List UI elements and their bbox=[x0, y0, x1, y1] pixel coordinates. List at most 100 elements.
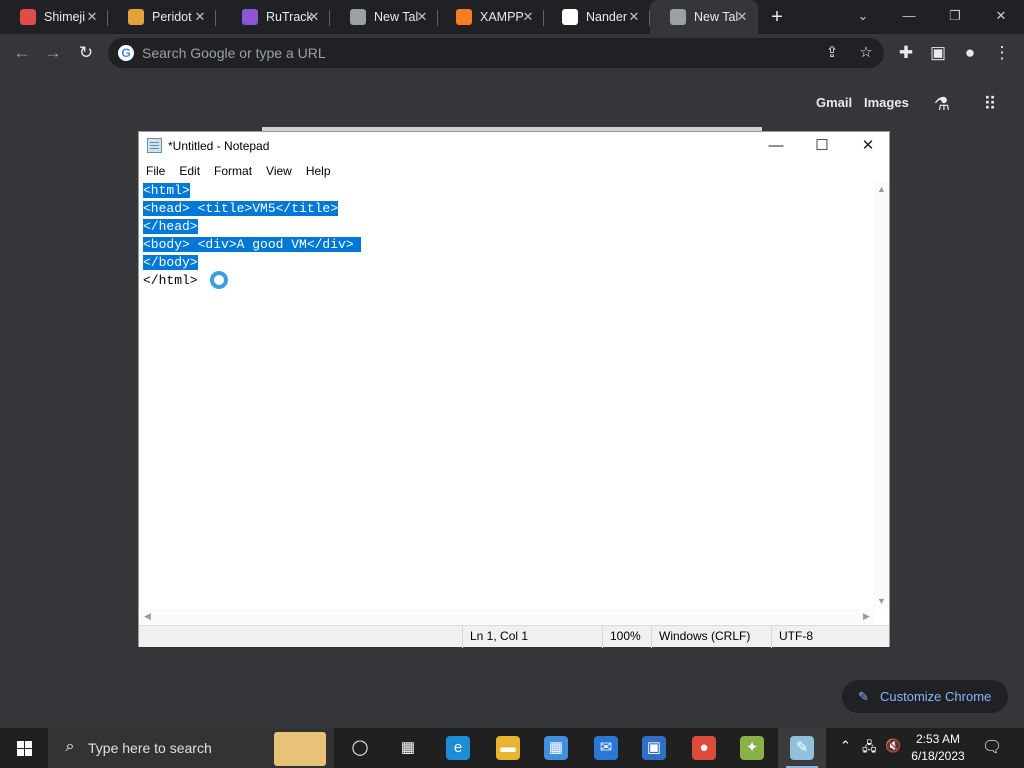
status-position: Ln 1, Col 1 bbox=[462, 626, 602, 648]
profile-icon[interactable]: ● bbox=[958, 41, 982, 65]
new-tab-button[interactable]: + bbox=[766, 6, 788, 28]
taskbar-app[interactable]: ▦ bbox=[384, 728, 432, 768]
notepad-close-button[interactable]: ✕ bbox=[845, 132, 891, 161]
tray-chevron-icon[interactable]: ⌃ bbox=[840, 738, 851, 754]
line-text: </head> bbox=[143, 219, 198, 234]
scroll-right-icon[interactable]: ▶ bbox=[859, 609, 874, 624]
rutracker-icon bbox=[242, 9, 258, 25]
status-encoding: UTF-8 bbox=[771, 626, 889, 648]
volume-muted-icon[interactable]: 🔇 bbox=[885, 738, 901, 754]
back-icon[interactable]: ← bbox=[10, 41, 34, 65]
tab-close-icon[interactable]: ✕ bbox=[734, 9, 750, 25]
tab-search-chevron-icon[interactable]: ⌄ bbox=[840, 0, 886, 34]
taskbar-app[interactable]: e bbox=[434, 728, 482, 768]
taskbar-search-box[interactable]: ⌕ Type here to search bbox=[48, 728, 334, 768]
customize-chrome-button[interactable]: ✎ Customize Chrome bbox=[842, 680, 1008, 713]
taskbar-app[interactable]: ▬ bbox=[484, 728, 532, 768]
notepad-maximize-button[interactable]: ☐ bbox=[799, 132, 845, 161]
task-view-icon: ◯ bbox=[351, 739, 369, 756]
vertical-scrollbar[interactable]: ▲ ▼ bbox=[874, 182, 889, 609]
menu-item-help[interactable]: Help bbox=[299, 161, 338, 181]
taskbar-app[interactable]: ▦ bbox=[532, 728, 580, 768]
bookmark-star-icon[interactable]: ☆ bbox=[856, 43, 876, 63]
line-text: </html> bbox=[143, 273, 198, 288]
notepad-status-bar: Ln 1, Col 1 100% Windows (CRLF) UTF-8 bbox=[139, 625, 889, 648]
menu-kebab-icon[interactable]: ⋮ bbox=[990, 41, 1014, 65]
chrome-icon: ● bbox=[692, 736, 716, 760]
apps-grid-icon[interactable]: ⠿ bbox=[978, 92, 1002, 116]
taskbar-app[interactable]: ▣ bbox=[630, 728, 678, 768]
menu-item-view[interactable]: View bbox=[259, 161, 299, 181]
share-icon[interactable]: ⇪ bbox=[822, 43, 842, 63]
edge-icon: e bbox=[446, 736, 470, 760]
menu-item-edit[interactable]: Edit bbox=[172, 161, 207, 181]
taskbar-app[interactable]: ● bbox=[680, 728, 728, 768]
network-icon[interactable]: 🖧 bbox=[862, 738, 877, 760]
taskbar-clock[interactable]: 2:53 AM 6/18/2023 bbox=[906, 731, 970, 765]
tab-separator bbox=[215, 10, 216, 26]
restore-button[interactable]: ❐ bbox=[932, 0, 978, 34]
horizontal-scrollbar[interactable]: ◀ ▶ bbox=[140, 609, 874, 624]
minimize-button[interactable]: — bbox=[886, 0, 932, 34]
browser-tab[interactable]: New Tal ✕ bbox=[330, 0, 438, 34]
labs-flask-icon[interactable]: ⚗ bbox=[930, 92, 954, 116]
browser-toolbar: ← → ↻ G Search Google or type a URL ⇪ ☆ … bbox=[0, 34, 1024, 72]
notepad-title-bar[interactable]: *Untitled - Notepad — ☐ ✕ bbox=[139, 132, 889, 161]
notification-icon[interactable]: 🗨 bbox=[982, 737, 1002, 757]
google-icon: G bbox=[118, 45, 134, 61]
scroll-up-icon[interactable]: ▲ bbox=[874, 182, 889, 197]
store-icon: ▦ bbox=[544, 736, 568, 760]
scroll-left-icon[interactable]: ◀ bbox=[140, 609, 155, 624]
side-panel-icon[interactable]: ▣ bbox=[926, 41, 950, 65]
browser-tab[interactable]: Peridot ✕ bbox=[108, 0, 216, 34]
menu-item-format[interactable]: Format bbox=[207, 161, 259, 181]
taskbar-app[interactable]: ✉ bbox=[582, 728, 630, 768]
address-bar-placeholder: Search Google or type a URL bbox=[142, 45, 326, 61]
text-line: <html> bbox=[140, 182, 874, 200]
taskbar-app[interactable]: ✎ bbox=[778, 728, 826, 768]
browser-tab[interactable]: RuTrack ✕ bbox=[222, 0, 330, 34]
menu-item-file[interactable]: File bbox=[139, 161, 172, 181]
notepad-icon: ✎ bbox=[790, 736, 814, 760]
text-line: <head> <title>VM5</title> bbox=[140, 200, 874, 218]
browser-tab[interactable]: New Tal ✕ bbox=[650, 0, 758, 34]
tab-close-icon[interactable]: ✕ bbox=[414, 9, 430, 25]
notepad-window: *Untitled - Notepad — ☐ ✕ File Edit Format… bbox=[138, 131, 890, 648]
close-window-button[interactable]: ✕ bbox=[978, 0, 1024, 34]
taskbar-app[interactable]: ✦ bbox=[728, 728, 776, 768]
tab-close-icon[interactable]: ✕ bbox=[192, 9, 208, 25]
tab-close-icon[interactable]: ✕ bbox=[306, 9, 322, 25]
notepad-minimize-button[interactable]: — bbox=[753, 132, 799, 161]
tab-close-icon[interactable]: ✕ bbox=[520, 9, 536, 25]
text-line: <body> <div>A good VM</div> bbox=[140, 236, 874, 254]
mail-icon: ✉ bbox=[594, 736, 618, 760]
line-text: <html> bbox=[143, 183, 190, 198]
line-text: </body> bbox=[143, 255, 198, 270]
taskbar-search-placeholder: Type here to search bbox=[88, 740, 212, 756]
images-link[interactable]: Images bbox=[864, 95, 909, 110]
notepad-menu-bar: File Edit Format View Help bbox=[139, 161, 889, 181]
browser-tab[interactable]: XAMPP ✕ bbox=[436, 0, 544, 34]
search-highlight-illustration bbox=[274, 732, 326, 766]
tab-close-icon[interactable]: ✕ bbox=[626, 9, 642, 25]
chrome-icon bbox=[350, 9, 366, 25]
start-button[interactable] bbox=[0, 728, 48, 768]
clock-time: 2:53 AM bbox=[915, 732, 961, 746]
search-icon: ⌕ bbox=[65, 738, 75, 755]
notepad-title: *Untitled - Notepad bbox=[168, 139, 270, 153]
taskbar-app[interactable]: ◯ bbox=[336, 728, 384, 768]
line-text: <head> <title>VM5</title> bbox=[143, 201, 339, 216]
forward-icon[interactable]: → bbox=[41, 41, 65, 65]
address-bar[interactable]: G Search Google or type a URL ⇪ ☆ bbox=[108, 38, 884, 68]
busy-cursor-icon bbox=[210, 271, 228, 289]
browser-tab[interactable]: Shimeji ✕ bbox=[0, 0, 108, 34]
notepad-text-area[interactable]: <html> <head> <title>VM5</title> </head> <b… bbox=[140, 182, 874, 609]
gmail-link[interactable]: Gmail bbox=[816, 95, 852, 110]
scroll-down-icon[interactable]: ▼ bbox=[874, 594, 889, 609]
reload-icon[interactable]: ↻ bbox=[74, 41, 98, 65]
tab-close-icon[interactable]: ✕ bbox=[84, 9, 100, 25]
status-zoom: 100% bbox=[602, 626, 651, 648]
browser-tab[interactable]: Nander ✕ bbox=[542, 0, 650, 34]
extensions-icon[interactable]: ✚ bbox=[894, 41, 918, 65]
xampp-icon bbox=[456, 9, 472, 25]
